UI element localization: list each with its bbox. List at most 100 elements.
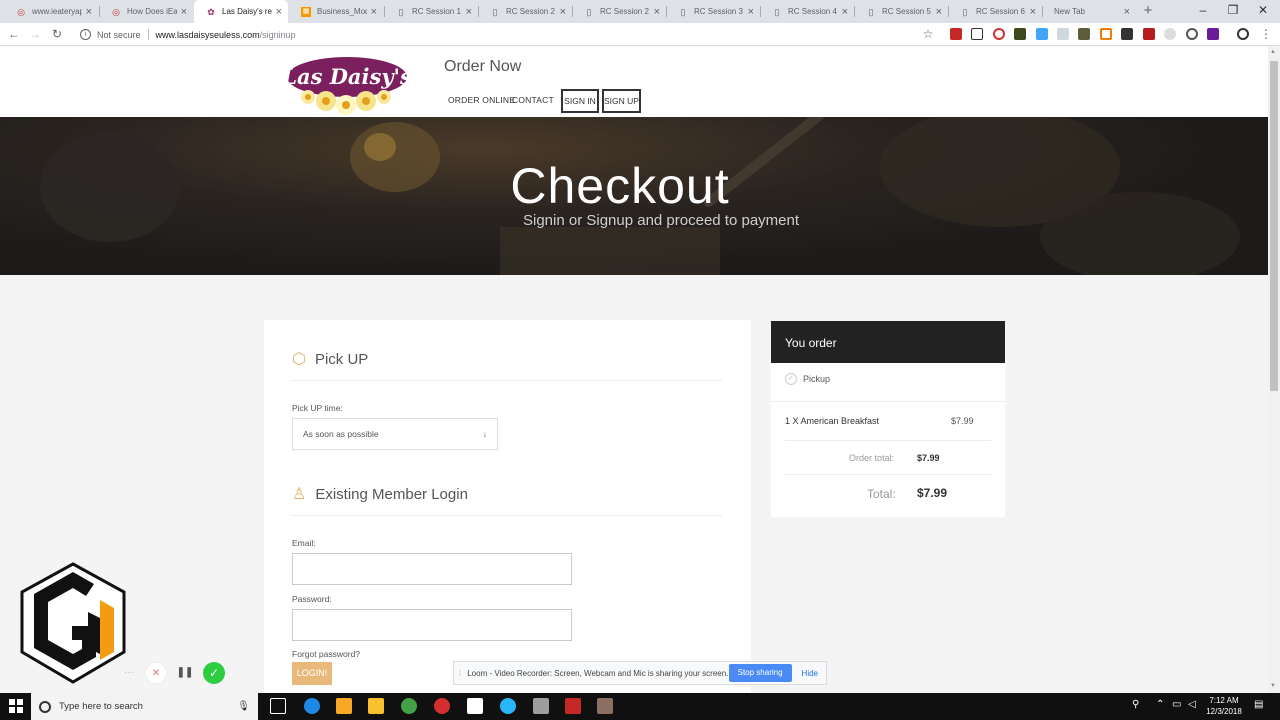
nav-order-online[interactable]: ORDER ONLINE [448, 95, 515, 105]
minimize-icon[interactable]: – [1188, 0, 1218, 23]
extension-dot-icon[interactable] [1164, 28, 1176, 40]
email-field[interactable] [292, 553, 572, 585]
forward-icon[interactable]: → [27, 26, 43, 42]
extension-blue-icon[interactable] [1036, 28, 1048, 40]
back-icon[interactable]: ← [6, 26, 22, 42]
skype-icon[interactable] [500, 698, 516, 714]
file-explorer-icon[interactable] [336, 698, 352, 714]
maximize-icon[interactable]: ❐ [1218, 0, 1248, 23]
close-tab-icon[interactable]: × [654, 6, 660, 18]
pickup-option[interactable]: ✓ Pickup [785, 373, 830, 385]
close-tab-icon[interactable]: × [1124, 6, 1130, 18]
close-tab-icon[interactable]: × [748, 6, 754, 18]
tab-rc-session-1[interactable]: ▯ RC Session 1 × [384, 0, 478, 23]
tab-rc-session-6[interactable]: ▯ RC Session 6 × [948, 0, 1042, 23]
url-host: www.lasdaisyseuless.com [155, 29, 260, 40]
opera-icon[interactable] [434, 698, 450, 714]
chrome-icon[interactable] [401, 698, 417, 714]
menu-dots-icon[interactable]: ⋮ [1258, 26, 1274, 42]
divider [292, 380, 722, 381]
bookmark-star-icon[interactable]: ☆ [920, 26, 936, 42]
close-tab-icon[interactable]: × [560, 6, 566, 18]
forgot-password-link[interactable]: Forgot password? [292, 649, 360, 659]
close-tab-icon[interactable]: × [1030, 6, 1036, 18]
scroll-down-icon[interactable]: ▼ [1270, 683, 1276, 689]
extension-olive-icon[interactable] [1078, 28, 1090, 40]
stop-sharing-button[interactable]: Stop sharing [728, 664, 792, 682]
person-icon[interactable]: ⚲ [1132, 699, 1139, 710]
pickup-time-select[interactable]: As soon as possible ↓ [292, 418, 498, 450]
info-icon[interactable]: i [80, 29, 91, 40]
loom-pause-icon[interactable]: ❚❚ [174, 662, 196, 684]
volume-icon[interactable]: ◁ [1188, 699, 1196, 710]
windows-start-icon[interactable] [9, 699, 23, 713]
tray-chevron-icon[interactable]: ⌃ [1156, 699, 1164, 710]
profile-icon[interactable] [1237, 28, 1249, 40]
extension-pin-icon[interactable] [1121, 28, 1133, 40]
task-view-icon[interactable] [270, 698, 286, 714]
tab-las-daisys[interactable]: ✿ Las Daisy's res × [194, 0, 288, 23]
doc-icon: ▯ [586, 6, 592, 17]
reload-icon[interactable]: ↻ [49, 26, 65, 42]
tab-rc-session-5[interactable]: ▯ RC Session 5 × [854, 0, 948, 23]
taskbar-search[interactable]: Type here to search 🎙 [31, 693, 258, 720]
microphone-icon[interactable]: 🎙 [237, 701, 250, 712]
tab-rc-session-4[interactable]: ▯ RC Session 4 × [760, 0, 854, 23]
tab-ieatery[interactable]: ◎ www.ieateryapp × [4, 0, 98, 23]
store-icon[interactable] [368, 698, 384, 714]
tab-rc-session-2[interactable]: ▯ RC Session 2 × [478, 0, 572, 23]
app-badge-icon[interactable] [533, 698, 549, 714]
hide-button[interactable]: Hide [802, 669, 818, 678]
logo-text: Las Daisy's [284, 64, 410, 89]
extension-grey-icon[interactable] [1057, 28, 1069, 40]
site-header: Las Daisy's Order Now ORDER ONLINE CONTA… [0, 47, 1268, 117]
recorder-icon[interactable] [565, 698, 581, 714]
loom-more-icon[interactable]: ··· [118, 662, 140, 684]
tab-new-tab[interactable]: New Tab × [1042, 0, 1136, 23]
doc-icon: ▯ [680, 6, 686, 17]
close-tab-icon[interactable]: × [842, 6, 848, 18]
tab-how-does-ieat[interactable]: ◎ How Does iEat × [99, 0, 193, 23]
password-field[interactable] [292, 609, 572, 641]
close-tab-icon[interactable]: × [181, 6, 187, 18]
new-tab-button[interactable]: + [1140, 2, 1156, 20]
sign-up-button[interactable]: SIGN UP [602, 89, 641, 113]
close-tab-icon[interactable]: × [466, 6, 472, 18]
order-item-price: $7.99 [951, 416, 974, 426]
drag-handle-icon[interactable]: ⁞ [459, 669, 461, 678]
network-icon[interactable]: ▭ [1172, 699, 1181, 710]
page-scrollbar[interactable]: ▲ ▼ [1268, 47, 1280, 693]
extension-pdf-icon[interactable] [950, 28, 962, 40]
las-daisys-logo[interactable]: Las Daisy's [281, 53, 412, 115]
close-tab-icon[interactable]: × [86, 6, 92, 18]
nav-contact[interactable]: CONTACT [512, 95, 554, 105]
extension-circle-icon[interactable] [993, 28, 1005, 40]
extension-acrobat-icon[interactable] [1143, 28, 1155, 40]
doc-icon: ▯ [962, 6, 968, 17]
url-field[interactable]: i Not secure www.lasdaisyseuless.com/sig… [76, 26, 936, 43]
document-icon[interactable] [467, 698, 483, 714]
notifications-icon[interactable]: ▤ [1254, 699, 1263, 710]
tab-rc-session-2b[interactable]: ▯ RC Session 2 × [572, 0, 666, 23]
close-tab-icon[interactable]: × [371, 6, 377, 18]
tab-rc-session-3[interactable]: ▯ RC Session 3 × [666, 0, 760, 23]
extension-lh-icon[interactable] [1207, 28, 1219, 40]
extension-orange-icon[interactable] [1100, 28, 1112, 40]
close-window-icon[interactable]: ✕ [1248, 0, 1278, 23]
scroll-thumb[interactable] [1270, 61, 1278, 391]
loom-cancel-icon[interactable]: ✕ [145, 662, 167, 684]
close-tab-icon[interactable]: × [276, 6, 282, 18]
tab-business-model[interactable]: ▦ Business_Mod × [289, 0, 383, 23]
close-tab-icon[interactable]: × [936, 6, 942, 18]
taskbar-clock[interactable]: 7:12 AM 12/3/2018 [1200, 695, 1248, 717]
sign-in-button[interactable]: SIGN IN [561, 89, 599, 113]
edge-icon[interactable] [304, 698, 320, 714]
extension-ring-icon[interactable] [1186, 28, 1198, 40]
extension-camera-icon[interactable] [1014, 28, 1026, 40]
login-button[interactable]: LOGIN! [292, 662, 332, 685]
windows-taskbar: Type here to search 🎙 ⚲ ⌃ ▭ ◁ 7:12 AM 12… [0, 693, 1280, 720]
loom-done-icon[interactable]: ✓ [203, 662, 225, 684]
package-icon[interactable] [597, 698, 613, 714]
extension-k-icon[interactable] [971, 28, 983, 40]
scroll-up-icon[interactable]: ▲ [1270, 49, 1276, 55]
